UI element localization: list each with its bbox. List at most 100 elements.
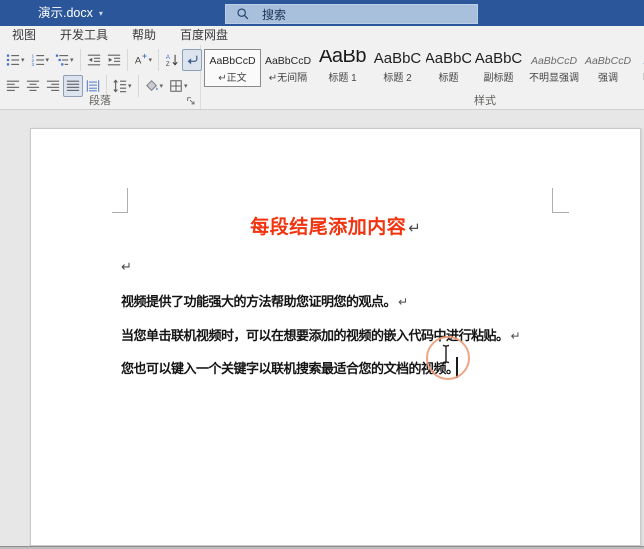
styles-group-label: 样式	[474, 95, 496, 107]
style-item-normal[interactable]: AaBbCcD ↵正文	[204, 49, 261, 87]
multilevel-list-icon	[55, 54, 69, 66]
increase-indent-icon	[107, 54, 120, 66]
body-paragraph-3: 您也可以键入一个关键字以联机搜索最适合您的文档的视频。	[121, 358, 459, 377]
tab-baidu-netdisk[interactable]: 百度网盘	[168, 26, 240, 45]
pilcrow-icon: ↵	[408, 220, 421, 237]
style-preview: AaBbCcD	[584, 54, 632, 67]
caret-down-icon: ▾	[184, 83, 188, 90]
pilcrow-icon: ↵	[510, 329, 521, 343]
style-item-no-spacing[interactable]: AaBbCcD ↵无间隔	[261, 49, 315, 87]
bullet-list-icon	[6, 54, 20, 66]
style-item-subtitle[interactable]: AaBbC 副标题	[472, 49, 525, 87]
separator	[126, 49, 128, 71]
search-box[interactable]: 搜索	[225, 4, 478, 24]
sort-icon: AZ	[166, 54, 178, 67]
style-preview: AaBbCcD	[530, 54, 578, 67]
numbered-list-button[interactable]: 123 ▾	[28, 49, 53, 71]
separator	[79, 49, 81, 71]
caret-down-icon: ▾	[128, 83, 132, 90]
document-heading-line: 每段结尾添加内容 ↵	[31, 212, 640, 239]
svg-text:A: A	[166, 54, 171, 61]
document-title-dropdown[interactable]: 演示.docx ▾	[38, 0, 103, 26]
dialog-launcher-icon	[187, 97, 195, 105]
caret-down-icon: ▾	[21, 57, 25, 64]
style-label: 标题 1	[328, 73, 357, 84]
increase-indent-button[interactable]	[104, 49, 124, 71]
style-item-heading1[interactable]: AaBb 标题 1	[315, 49, 370, 87]
empty-paragraph-pilcrow-icon: ↵	[121, 259, 132, 274]
search-icon	[237, 8, 249, 20]
align-right-icon	[46, 80, 60, 91]
paragraph-row-1: ▾ 123 ▾ ▾ A ▾ A Z	[3, 48, 203, 72]
separator	[158, 49, 160, 71]
search-label: 搜索	[262, 7, 287, 22]
svg-text:3: 3	[31, 62, 34, 67]
paragraph-dialog-launcher[interactable]	[185, 95, 197, 107]
style-preview: AaBbC	[425, 50, 472, 67]
style-label: ↵正文	[218, 73, 247, 84]
style-label: 标题	[438, 73, 459, 84]
style-item-emphasis[interactable]: AaBbCcD 强调	[583, 49, 633, 87]
justify-icon	[66, 80, 80, 91]
style-label: 副标题	[483, 73, 514, 84]
style-label: 强调	[598, 73, 618, 84]
decrease-indent-icon	[87, 54, 100, 66]
ibeam-cursor-icon	[442, 344, 450, 364]
style-item-intense-emphasis[interactable]: AaBbC 明显强调	[633, 49, 644, 87]
paragraph-group-label: 段落	[89, 95, 111, 107]
word-window: 演示.docx ▾ 搜索 视图 开发工具 帮助 百度网盘 ▾ 123 ▾ ▾ A…	[0, 0, 644, 549]
title-bar: 演示.docx ▾ 搜索	[0, 0, 644, 26]
borders-icon	[170, 80, 182, 92]
style-preview: AaBbCcD	[264, 54, 312, 67]
style-item-heading2[interactable]: AaBbC 标题 2	[370, 49, 425, 87]
tab-help[interactable]: 帮助	[120, 26, 168, 45]
margin-mark-top-left	[112, 188, 128, 213]
caret-down-icon: ▾	[70, 57, 74, 64]
style-preview: AaBbCcD	[209, 54, 256, 67]
style-label: 标题 2	[383, 73, 412, 84]
decrease-indent-button[interactable]	[84, 49, 104, 71]
document-heading: 每段结尾添加内容	[250, 217, 407, 238]
tab-developer[interactable]: 开发工具	[48, 26, 120, 45]
styles-group: AaBbCcD ↵正文 AaBbCcD ↵无间隔 AaBb 标题 1 AaBbC…	[201, 45, 644, 109]
align-center-icon	[26, 80, 40, 91]
align-left-icon	[6, 80, 20, 91]
ribbon: ▾ 123 ▾ ▾ A ▾ A Z ▾ ▾ ▾ 段落 AaBbCcD ↵正文 A…	[0, 45, 644, 110]
asian-layout-button[interactable]: A ▾	[131, 49, 156, 71]
style-preview: AaBbC	[474, 50, 523, 67]
bullet-list-button[interactable]: ▾	[3, 49, 28, 71]
caret-down-icon: ▾	[45, 57, 50, 64]
sort-button[interactable]: AZ	[162, 49, 182, 71]
style-preview: AaBbC	[373, 50, 422, 67]
paragraph-group: ▾ 123 ▾ ▾ A ▾ A Z ▾ ▾ ▾ 段落	[0, 45, 203, 109]
svg-text:A: A	[134, 56, 141, 67]
document-area: 每段结尾添加内容 ↵ ↵ 视频提供了功能强大的方法帮助您证明您的观点。 ↵ 当您单击…	[0, 110, 644, 549]
line-spacing-icon	[113, 79, 127, 93]
styles-gallery: AaBbCcD ↵正文 AaBbCcD ↵无间隔 AaBb 标题 1 AaBbC…	[204, 49, 644, 89]
pilcrow-icon: ↵	[398, 295, 409, 309]
style-item-subtle-emphasis[interactable]: AaBbCcD 不明显强调	[525, 49, 583, 87]
body-paragraph-3-text: 您也可以键入一个关键字以联机搜索最适合您的文档的视频。	[121, 361, 459, 376]
style-item-title[interactable]: AaBbC 标题	[425, 49, 472, 87]
shading-icon	[145, 80, 158, 91]
svg-text:Z: Z	[166, 61, 170, 67]
numbered-list-icon: 123	[31, 53, 44, 67]
show-hide-marks-icon	[187, 55, 198, 65]
body-paragraph-1-text: 视频提供了功能强大的方法帮助您证明您的观点。	[121, 294, 397, 309]
style-label: 不明显强调	[529, 73, 579, 84]
asian-layout-icon: A	[134, 53, 147, 67]
ribbon-tab-row: 视图 开发工具 帮助 百度网盘	[0, 26, 644, 45]
tab-view[interactable]: 视图	[0, 26, 48, 45]
distributed-alignment-icon	[86, 80, 100, 92]
margin-mark-top-right	[552, 188, 569, 213]
body-paragraph-1: 视频提供了功能强大的方法帮助您证明您的观点。 ↵	[121, 291, 408, 310]
document-page[interactable]: 每段结尾添加内容 ↵ ↵ 视频提供了功能强大的方法帮助您证明您的观点。 ↵ 当您单击…	[30, 128, 641, 546]
caret-down-icon: ▾	[159, 83, 164, 90]
show-hide-marks-button[interactable]	[182, 49, 203, 71]
caret-down-icon: ▾	[148, 57, 153, 64]
style-preview: AaBb	[319, 49, 366, 67]
multilevel-list-button[interactable]: ▾	[52, 49, 77, 71]
title-caret-down-icon: ▾	[98, 9, 103, 18]
style-label: ↵无间隔	[268, 73, 308, 84]
document-title-text: 演示.docx	[38, 6, 93, 20]
